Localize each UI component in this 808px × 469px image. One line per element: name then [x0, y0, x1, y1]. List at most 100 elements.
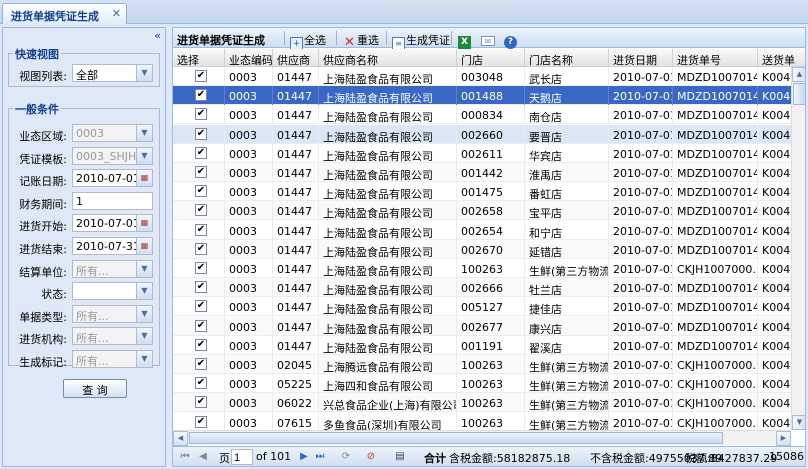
query-button[interactable]: 查 询: [63, 379, 127, 398]
generate-voucher-button[interactable]: ≡ 生成凭证: [392, 30, 450, 50]
column-header[interactable]: 业态编码: [225, 49, 273, 67]
row-checkbox[interactable]: ✔: [195, 185, 207, 198]
table-row[interactable]: ✔ 0003 02045 上海腾远食品有限公司 100263 生鲜(第三方物流) 2010-…: [173, 355, 791, 374]
column-header[interactable]: 送货单: [758, 49, 805, 67]
row-checkbox[interactable]: ✔: [195, 127, 207, 140]
next-page-icon[interactable]: ▶: [298, 451, 310, 463]
view-list-select[interactable]: 全部 ▼: [72, 64, 153, 82]
row-checkbox[interactable]: ✔: [195, 281, 207, 294]
row-checkbox[interactable]: ✔: [195, 223, 207, 236]
export-excel-button[interactable]: X: [458, 30, 472, 49]
row-checkbox[interactable]: ✔: [195, 89, 207, 102]
table-row[interactable]: ✔ 0003 01447 上海陆盈食品有限公司 001475 番虹店 2010-07-01 M…: [173, 182, 791, 202]
table-row[interactable]: ✔ 0003 01447 上海陆盈食品有限公司 002666 牡兰店 2010-07-01 M…: [173, 278, 791, 298]
row-checkbox[interactable]: ✔: [195, 204, 207, 217]
chevron-down-icon[interactable]: ▼: [136, 328, 152, 345]
scroll-right-icon[interactable]: ▶: [776, 431, 791, 446]
table-row[interactable]: ✔ 0003 01447 上海陆盈食品有限公司 002658 宝平店 2010-07-01 M…: [173, 201, 791, 221]
column-header[interactable]: 选择: [173, 49, 225, 67]
row-checkbox[interactable]: ✔: [195, 166, 207, 178]
row-checkbox[interactable]: ✔: [195, 242, 207, 255]
row-checkbox[interactable]: ✔: [195, 146, 207, 159]
column-header[interactable]: 供应商: [273, 49, 319, 67]
help-button[interactable]: ?: [504, 30, 518, 49]
table-row[interactable]: ✔ 0003 01447 上海陆盈食品有限公司 001442 淮禹店 2010-07-01 M…: [173, 163, 791, 182]
row-checkbox[interactable]: ✔: [195, 358, 207, 370]
scroll-down-icon[interactable]: ▼: [792, 415, 805, 430]
horizontal-scrollbar[interactable]: ◀ ▶: [173, 430, 791, 446]
calendar-icon[interactable]: ▦: [136, 215, 152, 232]
print-icon[interactable]: ▤: [394, 451, 406, 463]
table-row[interactable]: ✔ 0003 01447 上海陆盈食品有限公司 001191 翟溪店 2010-07-01 M…: [173, 335, 791, 355]
generate-flag-select[interactable]: 所有... ▼: [72, 350, 153, 368]
column-header[interactable]: 门店: [457, 49, 525, 67]
document-type-select[interactable]: 所有... ▼: [72, 304, 153, 323]
clear-icon[interactable]: ⊘: [365, 451, 377, 463]
settlement-unit-select[interactable]: 所有... ▼: [72, 259, 153, 278]
row-checkbox[interactable]: ✔: [195, 415, 207, 428]
row-checkbox[interactable]: ✔: [195, 319, 207, 332]
purchase-start-date-field[interactable]: 2010-07-01 ▦: [72, 214, 153, 233]
table-cell: 002677: [457, 316, 525, 336]
fiscal-period-field[interactable]: 1: [72, 191, 153, 210]
table-row[interactable]: ✔ 0003 01447 上海陆盈食品有限公司 002654 和宁店 2010-07-01 M…: [173, 220, 791, 240]
row-checkbox[interactable]: ✔: [195, 377, 207, 390]
table-row[interactable]: ✔ 0003 01447 上海陆盈食品有限公司 002660 要晋店 2010-07-01 M…: [173, 124, 791, 144]
prev-page-icon[interactable]: ◀: [197, 451, 209, 463]
status-select[interactable]: ▼: [72, 282, 153, 301]
chevron-down-icon[interactable]: ▼: [136, 125, 152, 141]
table-row[interactable]: ✔ 0003 07615 多鱼食品(深圳)有限公司 100263 生鲜(第三方物流) 201…: [173, 412, 791, 430]
chevron-down-icon[interactable]: ▼: [136, 305, 152, 322]
chevron-down-icon[interactable]: ▼: [136, 260, 152, 277]
column-header[interactable]: 进货单号: [673, 49, 758, 67]
scroll-left-icon[interactable]: ◀: [173, 431, 188, 446]
calendar-icon[interactable]: ▦: [136, 238, 152, 254]
chevron-down-icon[interactable]: ▼: [136, 351, 152, 367]
scroll-thumb-horizontal[interactable]: [189, 432, 723, 444]
table-row[interactable]: ✔ 0003 01447 上海陆盈食品有限公司 002677 康兴店 2010-07-01 M…: [173, 316, 791, 336]
select-all-button[interactable]: + 全选: [290, 30, 326, 50]
row-checkbox[interactable]: ✔: [195, 300, 207, 313]
email-button[interactable]: ✉: [481, 30, 496, 46]
close-icon[interactable]: ✕: [112, 7, 121, 20]
purchase-end-date-field[interactable]: 2010-07-31 ▦: [72, 237, 153, 255]
scroll-thumb[interactable]: [793, 83, 805, 105]
reselect-button[interactable]: ✕ 重选: [343, 30, 379, 49]
table-row[interactable]: ✔ 0003 01447 上海陆盈食品有限公司 002611 华宾店 2010-07-01 M…: [173, 143, 791, 163]
refresh-icon[interactable]: ⟳: [340, 451, 352, 463]
tab-voucher-generation[interactable]: 进货单据凭证生成 ✕: [2, 3, 127, 24]
page-count: of 101: [256, 450, 292, 463]
voucher-template-select[interactable]: 0003_SHJH ▼: [72, 146, 153, 165]
table-cell: K0043: [758, 144, 791, 163]
last-page-icon[interactable]: ⏭: [314, 451, 326, 463]
table-row[interactable]: ✔ 0003 06022 兴总食品企业(上海)有限公司 100263 生鲜(第三方物流) 2…: [173, 393, 791, 413]
column-header[interactable]: 门店名称: [525, 49, 609, 67]
format-area-select[interactable]: 0003 ▼: [72, 124, 153, 142]
table-row[interactable]: ✔ 0003 01447 上海陆盈食品有限公司 000834 南仓店 2010-07-01 M…: [173, 105, 791, 125]
table-row[interactable]: ✔ 0003 05225 上海四和食品有限公司 100263 生鲜(第三方物流) 2010-…: [173, 374, 791, 394]
purchase-org-select[interactable]: 所有... ▼: [72, 327, 153, 346]
row-checkbox[interactable]: ✔: [195, 108, 207, 121]
row-checkbox[interactable]: ✔: [195, 396, 207, 409]
chevron-down-icon[interactable]: ▼: [136, 65, 152, 81]
posting-date-field[interactable]: 2010-07-01 ▦: [72, 169, 153, 188]
collapse-icon[interactable]: «: [154, 29, 161, 42]
table-cell: 上海陆盈食品有限公司: [319, 105, 457, 125]
table-row[interactable]: ✔ 0003 01447 上海陆盈食品有限公司 100263 生鲜(第三方物流) 2010-…: [173, 259, 791, 278]
page-number-input[interactable]: [231, 449, 253, 465]
row-checkbox[interactable]: ✔: [195, 262, 207, 274]
first-page-icon[interactable]: ⏮: [179, 451, 191, 463]
vertical-scrollbar[interactable]: ▲ ▼: [791, 67, 805, 430]
scroll-up-icon[interactable]: ▲: [792, 67, 805, 82]
row-checkbox[interactable]: ✔: [195, 70, 207, 82]
table-row[interactable]: ✔ 0003 01447 上海陆盈食品有限公司 001488 天鹅店 2010-07-01 M…: [173, 86, 791, 106]
table-row[interactable]: ✔ 0003 01447 上海陆盈食品有限公司 002670 延错店 2010-07-01 M…: [173, 239, 791, 259]
calendar-icon[interactable]: ▦: [136, 170, 152, 187]
chevron-down-icon[interactable]: ▼: [136, 147, 152, 164]
table-row[interactable]: ✔ 0003 01447 上海陆盈食品有限公司 005127 捷佳店 2010-07-01 M…: [173, 297, 791, 317]
column-header[interactable]: 进货日期: [609, 49, 673, 67]
table-row[interactable]: ✔ 0003 01447 上海陆盈食品有限公司 003048 武长店 2010-07-01 M…: [173, 67, 791, 86]
row-checkbox[interactable]: ✔: [195, 338, 207, 351]
chevron-down-icon[interactable]: ▼: [136, 283, 152, 300]
column-header[interactable]: 供应商名称: [319, 49, 457, 67]
